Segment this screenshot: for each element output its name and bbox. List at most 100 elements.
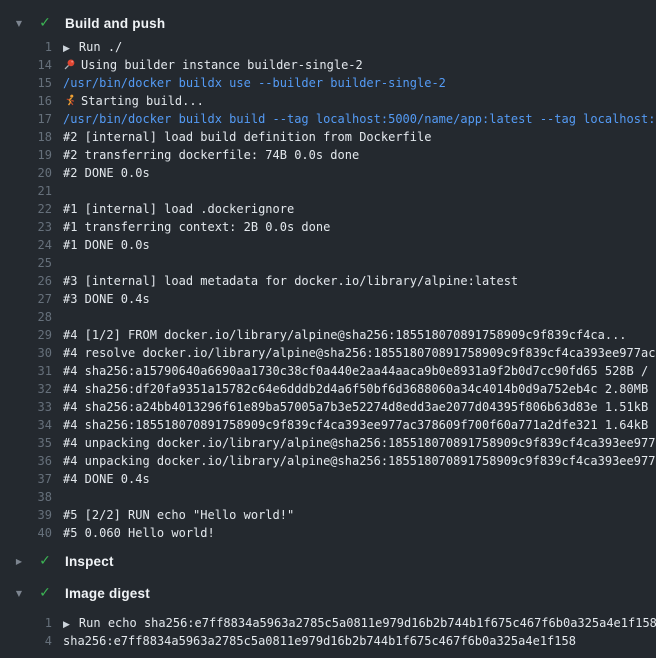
log-text: #4 DONE 0.4s [63,470,150,488]
line-number[interactable]: 32 [0,380,52,398]
log-line[interactable]: 24 #1 DONE 0.0s [0,236,656,254]
log-line[interactable]: 27#3 DONE 0.4s [0,290,656,308]
line-number[interactable]: 1 [0,38,52,56]
line-number[interactable]: 40 [0,524,52,542]
log-line[interactable]: 20 #2 DONE 0.0s [0,164,656,182]
line-number[interactable]: 21 [0,182,52,200]
log-line[interactable]: 16 Starting build... [0,92,656,110]
line-number[interactable]: 18 [0,128,52,146]
log-line[interactable]: 37 #4 DONE 0.4s [0,470,656,488]
log-line[interactable]: 30 #4 resolve docker.io/library/alpine@sh… [0,344,656,362]
log-line[interactable]: 38 [0,488,656,506]
log-text: ▶Run ./ [63,38,122,56]
log-line[interactable]: 23 #1 transferring context: 2B 0.0s done [0,218,656,236]
log-text: #4 sha256:a15790640a6690aa1730c38cf0a440… [63,362,656,380]
line-number[interactable]: 38 [0,488,52,506]
line-number[interactable]: 22 [0,200,52,218]
log-text: #4 [1/2] FROM docker.io/library/alpine@s… [63,326,627,344]
log-line[interactable]: 36#4 unpacking docker.io/library/alpine@… [0,452,656,470]
log-line[interactable]: 40 #5 0.060 Hello world! [0,524,656,542]
line-number[interactable]: 16 [0,92,52,110]
line-number[interactable]: 30 [0,344,52,362]
log-line[interactable]: 33 #4 sha256:a24bb4013296f61e89ba57005a7b… [0,398,656,416]
line-number[interactable]: 36 [0,452,52,470]
line-number[interactable]: 20 [0,164,52,182]
log-line[interactable]: 28 [0,308,656,326]
log-text: ▶Run echo sha256:e7ff8834a5963a2785c5a08… [63,614,656,632]
line-number[interactable]: 33 [0,398,52,416]
line-number[interactable]: 28 [0,308,52,326]
log-text: #3 [internal] load metadata for docker.i… [63,272,518,290]
log-line[interactable]: 39 #5 [2/2] RUN echo "Hello world!" [0,506,656,524]
log-text: #2 [internal] load build definition from… [63,128,431,146]
workflow-log-viewer: ▼ ✓ Build and push 1▶Run ./14Using build… [0,0,656,658]
log-section-image-digest: ▼ ✓ Image digest 1 ▶Run echo sha256:e7ff8… [0,578,656,650]
section-header-inspect[interactable]: ▶ ✓ Inspect [0,546,656,576]
log-section-inspect: ▶ ✓ Inspect [0,546,656,578]
pushpin-icon [63,56,78,74]
line-number[interactable]: 19 [0,146,52,164]
chevron-down-icon[interactable]: ▼ [14,19,24,28]
section-header-image-digest[interactable]: ▼ ✓ Image digest [0,578,656,608]
line-number[interactable]: 35 [0,434,52,452]
line-number[interactable]: 31 [0,362,52,380]
log-section-build-and-push: ▼ ✓ Build and push 1 ▶Run ./ 14 Using build… [0,8,656,542]
log-text: #5 0.060 Hello world! [63,524,215,542]
log-text: #1 DONE 0.0s [63,236,150,254]
check-icon: ✓ [38,585,52,601]
log-line[interactable]: 17/usr/bin/docker buildx build --tag loc… [0,110,656,128]
log-line[interactable]: 25 [0,254,656,272]
line-number[interactable]: 24 [0,236,52,254]
line-number[interactable]: 29 [0,326,52,344]
section-title[interactable]: Inspect [65,554,114,569]
line-number[interactable]: 1 [0,614,52,632]
log-text: #5 [2/2] RUN echo "Hello world!" [63,506,294,524]
log-text: #1 transferring context: 2B 0.0s done [63,218,330,236]
log-line[interactable]: 32 #4 sha256:df20fa9351a15782c64e6dddb2d4… [0,380,656,398]
line-number[interactable]: 4 [0,632,52,650]
expand-group-icon[interactable]: ▶ [63,40,70,56]
chevron-down-icon[interactable]: ▼ [14,589,24,598]
expand-group-icon[interactable]: ▶ [63,616,70,632]
log-text: #4 resolve docker.io/library/alpine@sha2… [63,344,656,362]
log-line[interactable]: 18 #2 [internal] load build definition fr… [0,128,656,146]
log-line[interactable]: 34#4 sha256:185518070891758909c9f839cf4c… [0,416,656,434]
log-line[interactable]: 29 #4 [1/2] FROM docker.io/library/alpine… [0,326,656,344]
section-title[interactable]: Image digest [65,586,150,601]
line-number[interactable]: 26 [0,272,52,290]
line-number[interactable]: 39 [0,506,52,524]
log-line[interactable]: 26 #3 [internal] load metadata for docker… [0,272,656,290]
log-line[interactable]: 15/usr/bin/docker buildx use --builder b… [0,74,656,92]
log-text: #2 DONE 0.0s [63,164,150,182]
log-line[interactable]: 21 [0,182,656,200]
line-number[interactable]: 25 [0,254,52,272]
line-number[interactable]: 34 [0,416,52,434]
log-text: #4 sha256:a24bb4013296f61e89ba57005a7b3e… [63,398,656,416]
log-lines-image-digest: 1 ▶Run echo sha256:e7ff8834a5963a2785c5a0… [0,614,656,650]
line-number[interactable]: 15 [0,74,52,92]
log-line[interactable]: 35 #4 unpacking docker.io/library/alpine@… [0,434,656,452]
section-title[interactable]: Build and push [65,16,165,31]
line-number[interactable]: 17 [0,110,52,128]
log-line[interactable]: 14 Using builder instance builder-single-… [0,56,656,74]
log-text: Starting build... [63,92,204,110]
log-line[interactable]: 31 #4 sha256:a15790640a6690aa1730c38cf0a4… [0,362,656,380]
line-number[interactable]: 23 [0,218,52,236]
line-number[interactable]: 37 [0,470,52,488]
log-text: /usr/bin/docker buildx use --builder bui… [63,74,446,92]
log-text: #1 [internal] load .dockerignore [63,200,294,218]
line-number[interactable]: 27 [0,290,52,308]
check-icon: ✓ [38,553,52,569]
section-header-build-and-push[interactable]: ▼ ✓ Build and push [0,8,656,38]
log-text: /usr/bin/docker buildx build --tag local… [63,110,656,128]
log-text: Using builder instance builder-single-2 [63,56,363,74]
chevron-right-icon[interactable]: ▶ [14,557,24,566]
line-number[interactable]: 14 [0,56,52,74]
log-line[interactable]: 4sha256:e7ff8834a5963a2785c5a0811e979d16… [0,632,656,650]
log-line[interactable]: 1 ▶Run ./ [0,38,656,56]
log-line[interactable]: 1 ▶Run echo sha256:e7ff8834a5963a2785c5a0… [0,614,656,632]
log-text: #4 unpacking docker.io/library/alpine@sh… [63,434,656,452]
log-line[interactable]: 22 #1 [internal] load .dockerignore [0,200,656,218]
log-text: #4 sha256:df20fa9351a15782c64e6dddb2d4a6… [63,380,656,398]
log-line[interactable]: 19#2 transferring dockerfile: 74B 0.0s d… [0,146,656,164]
